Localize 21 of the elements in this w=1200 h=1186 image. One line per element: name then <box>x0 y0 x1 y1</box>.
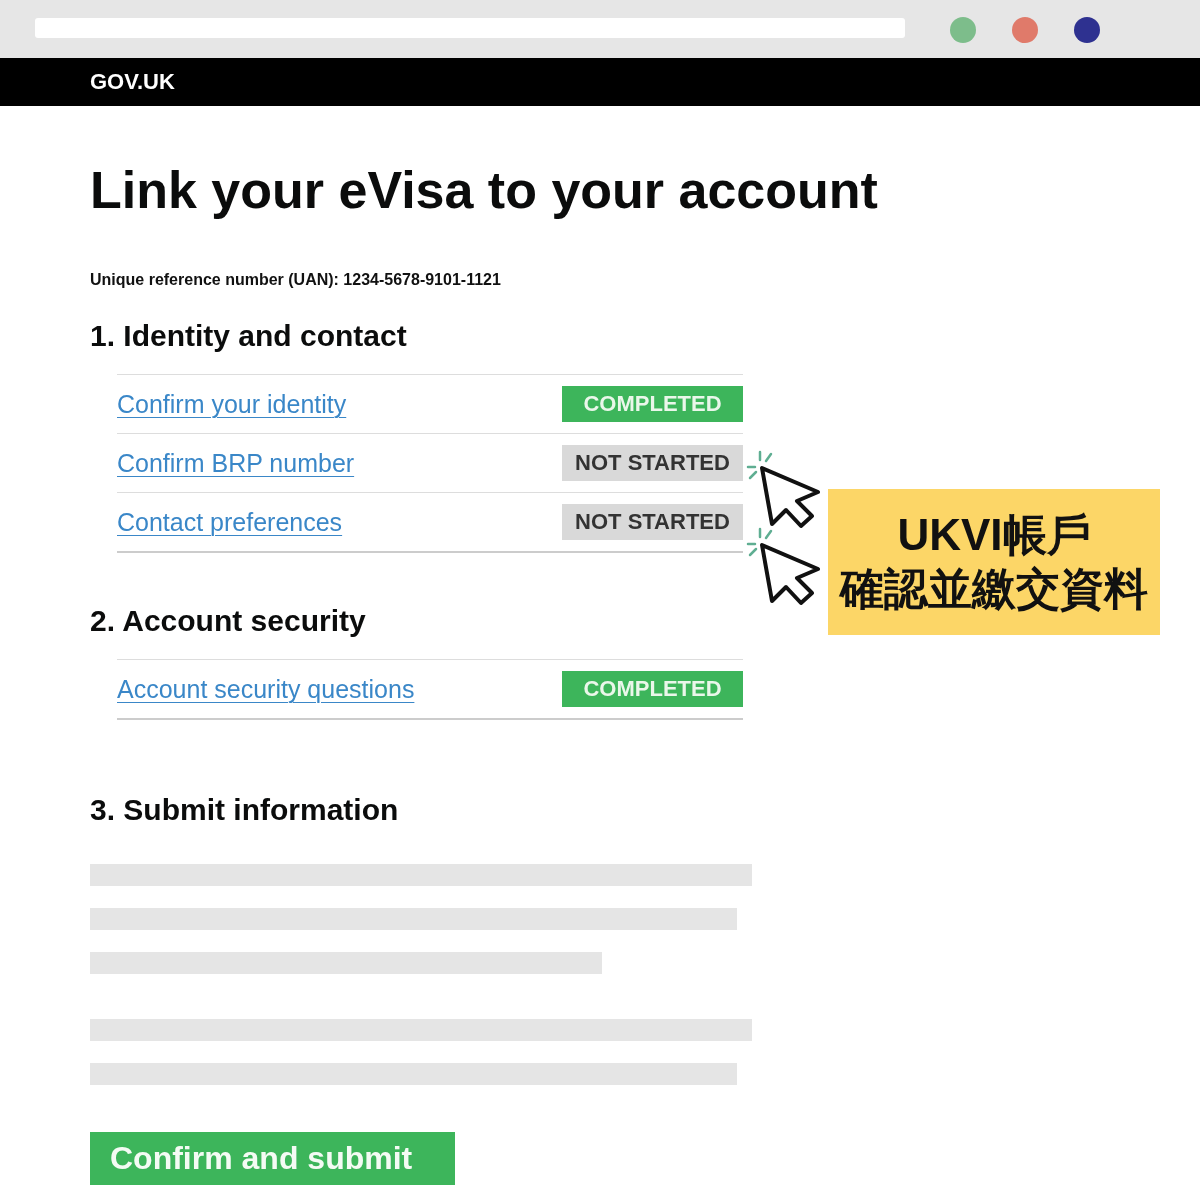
task-link[interactable]: Contact preferences <box>117 507 343 537</box>
site-logo[interactable]: GOV.UK <box>90 69 175 95</box>
window-dot-icon[interactable] <box>950 17 976 43</box>
confirm-button[interactable]: Confirm and submit <box>90 1132 455 1185</box>
task-link[interactable]: Account security questions <box>117 674 415 704</box>
window-dot-icon[interactable] <box>1074 17 1100 43</box>
section-heading: 1. Identity and contact <box>90 318 407 354</box>
section-heading: 3. Submit information <box>90 792 399 828</box>
page-title: Link your eVisa to your account <box>90 162 878 218</box>
task-link[interactable]: Confirm your identity <box>117 389 347 419</box>
reference-number: Unique reference number (UAN): 1234-5678-9101-1121 <box>90 270 501 290</box>
task-link[interactable]: Confirm BRP number <box>117 448 355 478</box>
address-field[interactable] <box>35 18 905 38</box>
callout-text: UKVI帳戶 <box>897 510 1091 560</box>
status-tag: NOT STARTED <box>562 445 743 481</box>
callout-text: 確認並繳交資料 <box>840 564 1148 614</box>
status-tag: COMPLETED <box>562 671 743 707</box>
window-dot-icon[interactable] <box>1012 17 1038 43</box>
status-tag: COMPLETED <box>562 386 743 422</box>
status-tag: NOT STARTED <box>562 504 743 540</box>
section-heading: 2. Account security <box>90 603 366 639</box>
